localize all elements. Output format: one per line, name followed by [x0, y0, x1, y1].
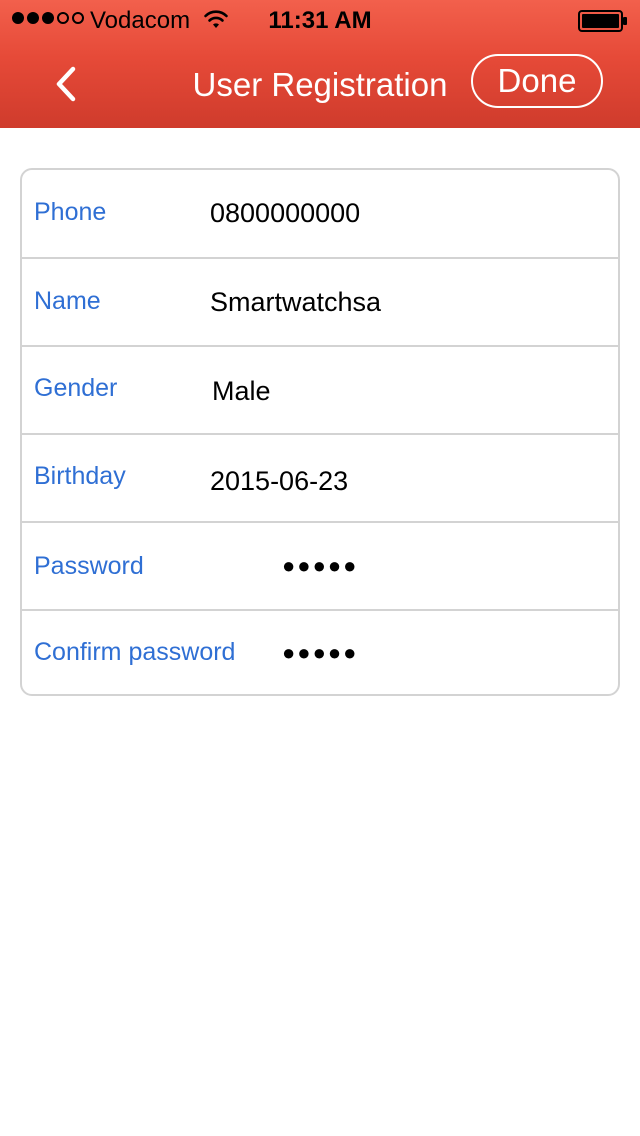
field-label: Password [34, 552, 144, 580]
field-value: 0800000000 [210, 198, 361, 228]
registration-form: Phone 0800000000 Name Smartwatchsa Gende… [20, 168, 620, 696]
battery-full-icon [578, 10, 627, 32]
gender-field[interactable]: Gender Male [22, 346, 618, 434]
field-label: Phone [34, 198, 107, 226]
field-value: Male [212, 376, 271, 406]
field-label: Name [34, 287, 101, 315]
phone-field[interactable]: Phone 0800000000 [22, 170, 618, 258]
chevron-left-icon [56, 66, 76, 102]
password-value: ●●●●● [282, 553, 359, 578]
name-field[interactable]: Name Smartwatchsa [22, 258, 618, 346]
password-value: ●●●●● [282, 640, 359, 665]
back-button[interactable] [36, 56, 96, 112]
status-bar: Vodacom 11:31 AM [0, 0, 640, 40]
done-button[interactable]: Done [471, 54, 603, 108]
birthday-field[interactable]: Birthday 2015-06-23 [22, 434, 618, 522]
page-title: User Registration [192, 66, 448, 103]
status-time: 11:31 AM [268, 7, 372, 34]
confirm-password-field[interactable]: Confirm password ●●●●● [22, 610, 618, 694]
field-value: Smartwatchsa [210, 287, 382, 317]
field-label: Birthday [34, 462, 126, 490]
field-value: 2015-06-23 [210, 466, 349, 496]
field-label: Confirm password [34, 638, 236, 666]
navigation-header: Vodacom 11:31 AM User Registration Done [0, 0, 640, 128]
field-label: Gender [34, 374, 118, 402]
password-field[interactable]: Password ●●●●● [22, 522, 618, 610]
